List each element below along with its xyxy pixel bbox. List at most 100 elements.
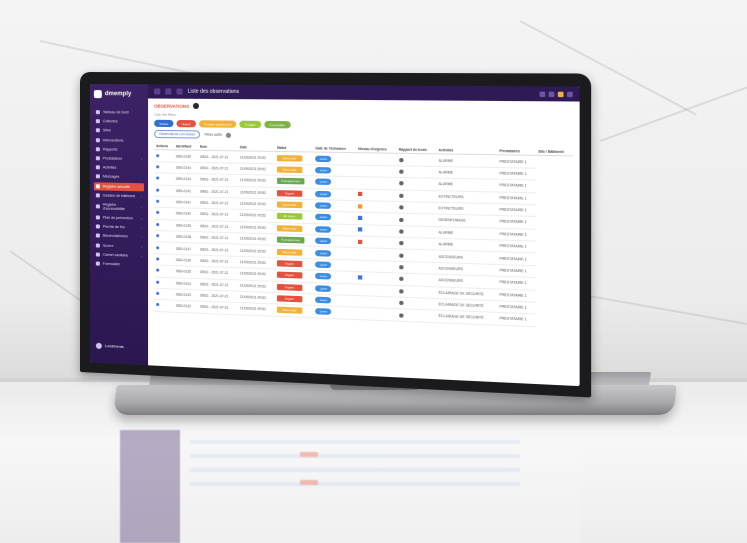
toggle-icon[interactable] [193, 103, 199, 109]
sidebar-item[interactable]: Plan de prévention › [94, 213, 144, 222]
sidebar-item[interactable]: Sites [94, 127, 144, 136]
status-badge: Sans suite [277, 307, 302, 314]
lever-button[interactable]: Lever [316, 273, 332, 280]
lever-button[interactable]: Lever [316, 191, 332, 198]
column-header[interactable]: Site / Bâtiment [536, 148, 573, 157]
sidebar-item[interactable]: Prestataires › [94, 154, 144, 163]
lever-button[interactable]: Lever [316, 250, 332, 257]
report-icon[interactable] [399, 205, 403, 209]
help-icon[interactable] [549, 91, 555, 96]
forward-icon[interactable] [165, 88, 171, 94]
lever-button[interactable]: Lever [316, 202, 332, 209]
lever-button[interactable]: Lever [316, 179, 332, 186]
report-icon[interactable] [399, 265, 403, 269]
lever-button[interactable]: Lever [316, 285, 332, 292]
lever-button[interactable]: Lever [316, 226, 332, 233]
report-icon[interactable] [399, 313, 403, 317]
sidebar-item[interactable]: Scorre › [94, 241, 144, 251]
sidebar-item[interactable]: Messages [94, 173, 144, 182]
lever-button[interactable]: Lever [316, 167, 332, 174]
user-icon[interactable] [567, 91, 573, 96]
back-icon[interactable] [154, 88, 160, 94]
sidebar-item[interactable]: Carnet sanitaire › [94, 250, 144, 260]
view-icon[interactable] [156, 234, 159, 237]
view-icon[interactable] [156, 211, 159, 214]
filter-chip[interactable]: Urgent [176, 120, 195, 127]
row-actions-cell [154, 254, 174, 266]
view-icon[interactable] [156, 188, 159, 191]
row-name: OBS1 - 2021-07-21 [198, 185, 238, 197]
filter-chip[interactable]: Toutes [154, 120, 173, 127]
row-date: 21/09/2021 09:52 [238, 221, 275, 234]
row-action-cell: Lever [313, 200, 356, 213]
view-icon[interactable] [156, 303, 159, 306]
severity-icon [358, 204, 362, 208]
lever-button[interactable]: Lever [316, 261, 332, 268]
sidebar-item[interactable]: Registre d'accessibilité › [94, 200, 144, 213]
view-icon[interactable] [156, 223, 159, 226]
report-icon[interactable] [399, 217, 403, 221]
sidebar-item[interactable]: Rapports [94, 145, 144, 154]
report-icon[interactable] [399, 301, 403, 305]
sidebar-item[interactable]: Bénévolat/orion › [94, 232, 144, 241]
view-icon[interactable] [156, 257, 159, 260]
sidebar-item[interactable]: Collectes [94, 117, 144, 126]
home-icon[interactable] [176, 89, 182, 95]
laptop-screen: dmemply Tableau de bord Collectes Sites Int… [90, 84, 580, 386]
nav-item-icon [96, 138, 100, 142]
sidebar-item[interactable]: Activités [94, 163, 144, 172]
row-id: OBS-0139 [174, 220, 198, 232]
main-panel: Liste des observations OBSERVATIONS List… [148, 84, 580, 386]
row-severity-cell [356, 224, 396, 237]
row-severity-cell [356, 200, 396, 213]
nav-item-icon [96, 252, 100, 256]
filter-icon[interactable] [226, 132, 231, 137]
brand-logo[interactable]: dmemply [94, 90, 144, 98]
sidebar-item[interactable]: Tableau de bord [94, 108, 144, 117]
report-icon[interactable] [399, 289, 403, 293]
report-icon[interactable] [399, 241, 403, 245]
sidebar-item[interactable]: Permis de feu › [94, 223, 144, 232]
view-icon[interactable] [156, 292, 159, 295]
search-icon[interactable] [540, 91, 546, 96]
notification-icon[interactable] [558, 91, 564, 96]
lever-button[interactable]: Lever [316, 297, 332, 304]
report-icon[interactable] [399, 181, 403, 185]
report-icon[interactable] [399, 229, 403, 233]
report-icon[interactable] [399, 158, 403, 162]
view-icon[interactable] [156, 154, 159, 157]
view-icon[interactable] [156, 280, 159, 283]
row-id: OBS-0137 [174, 243, 198, 255]
lever-button[interactable]: Lever [316, 214, 332, 221]
view-icon[interactable] [156, 246, 159, 249]
report-icon[interactable] [399, 193, 403, 197]
view-icon[interactable] [156, 177, 159, 180]
lever-button[interactable]: Lever [316, 309, 332, 316]
lever-button[interactable]: Lever [316, 155, 332, 161]
report-icon[interactable] [399, 170, 403, 174]
report-icon[interactable] [399, 277, 403, 281]
active-filters-link[interactable]: Filtres actifs [204, 133, 222, 137]
active-filter-pill[interactable]: Observations non levées [154, 130, 200, 139]
view-icon[interactable] [156, 165, 159, 168]
filter-chip[interactable]: À traiter rapidement [199, 120, 237, 128]
sidebar-item[interactable]: Interventions [94, 136, 144, 145]
sidebar-item[interactable]: Registre sécurité › [94, 182, 144, 191]
row-status-cell: Urgent [275, 187, 314, 200]
view-icon[interactable] [156, 269, 159, 272]
row-id: OBS-0134 [174, 277, 198, 289]
sidebar-item[interactable]: Formulaire [94, 259, 144, 269]
lever-button[interactable]: Lever [316, 238, 332, 245]
filter-chip[interactable]: À traiter [240, 121, 261, 128]
sidebar-item[interactable]: Gestion de bâtiment › [94, 191, 144, 200]
row-report-cell [397, 225, 437, 238]
view-icon[interactable] [156, 200, 159, 203]
chevron-right-icon: › [141, 254, 142, 258]
row-name: OBS1 - 2021-07-21 [198, 151, 238, 163]
sidebar-nav: Tableau de bord Collectes Sites Interventio… [94, 108, 144, 269]
filter-chip[interactable]: À surveiller [264, 121, 290, 129]
row-report-cell [397, 154, 437, 167]
sidebar-user[interactable]: Lundimeras [96, 343, 124, 350]
report-icon[interactable] [399, 253, 403, 257]
sidebar: dmemply Tableau de bord Collectes Sites Int… [90, 84, 148, 365]
